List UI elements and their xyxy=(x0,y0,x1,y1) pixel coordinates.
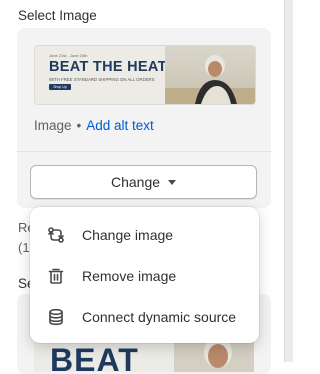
menu-item-label: Change image xyxy=(82,227,174,243)
change-button[interactable]: Change xyxy=(30,165,257,199)
second-banner-title: BEAT xyxy=(50,342,139,372)
banner-subtitle: WITH FREE STANDARD SHIPPING ON ALL ORDER… xyxy=(49,77,155,82)
image-type-label: Image xyxy=(34,118,72,133)
card-divider xyxy=(17,151,271,152)
add-alt-text-link[interactable]: Add alt text xyxy=(86,118,154,133)
panel-scrollbar-track[interactable] xyxy=(284,0,293,362)
menu-item-label: Remove image xyxy=(82,268,177,284)
banner-title: BEAT THE HEAT xyxy=(49,59,167,75)
banner-photo xyxy=(165,46,255,104)
obscured-helper-text-line-2: (1 xyxy=(18,240,30,255)
menu-item-remove-image[interactable]: Remove image xyxy=(30,259,259,293)
image-meta-row: Image • Add alt text xyxy=(34,118,154,133)
banner-date-text: June 21st - June 24th xyxy=(49,53,88,58)
menu-item-connect-dynamic-source[interactable]: Connect dynamic source xyxy=(30,300,259,334)
caret-down-icon xyxy=(168,179,177,185)
database-icon xyxy=(46,307,66,327)
change-image-menu: Change image Remove image Connect dynami… xyxy=(30,207,259,343)
change-button-label: Change xyxy=(110,174,161,190)
menu-item-label: Connect dynamic source xyxy=(82,309,237,325)
meta-separator: • xyxy=(76,118,82,133)
swap-icon xyxy=(46,225,66,245)
trash-icon xyxy=(46,266,66,286)
banner-shop-button: Shop Up xyxy=(49,84,71,90)
image-thumbnail[interactable]: June 21st - June 24th BEAT THE HEAT WITH… xyxy=(34,45,256,105)
section-title: Select Image xyxy=(18,8,97,23)
menu-item-change-image[interactable]: Change image xyxy=(30,218,259,252)
